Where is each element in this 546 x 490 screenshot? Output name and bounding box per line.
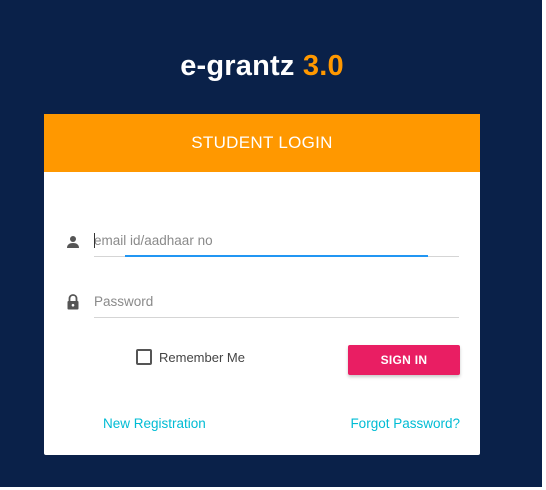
brand-name: e-grantz [180,50,295,82]
password-input[interactable] [94,287,459,315]
forgot-password-link[interactable]: Forgot Password? [350,416,460,431]
right-edge [542,0,546,490]
remember-label: Remember Me [159,349,245,365]
remember-checkbox[interactable] [136,349,152,365]
person-icon [66,234,80,250]
password-field[interactable] [94,287,459,318]
signin-button[interactable]: SIGN IN [348,345,460,375]
email-input[interactable] [94,226,459,254]
text-cursor [94,233,95,248]
login-card: STUDENT LOGIN Remem [44,114,480,455]
brand-version: 3.0 [302,50,344,82]
lock-icon [66,294,80,310]
page-background: e-grantz 3.0 STUDENT LOGIN email id/aadh… [0,0,542,487]
remember-me[interactable]: Remember Me [136,349,245,365]
email-focus-underline [125,255,428,257]
email-field[interactable] [94,226,459,257]
new-registration-link[interactable]: New Registration [103,416,206,431]
login-title: STUDENT LOGIN [191,133,333,152]
card-header: STUDENT LOGIN [44,114,480,172]
brand-title: e-grantz 3.0 [0,50,524,83]
password-underline [94,317,459,318]
